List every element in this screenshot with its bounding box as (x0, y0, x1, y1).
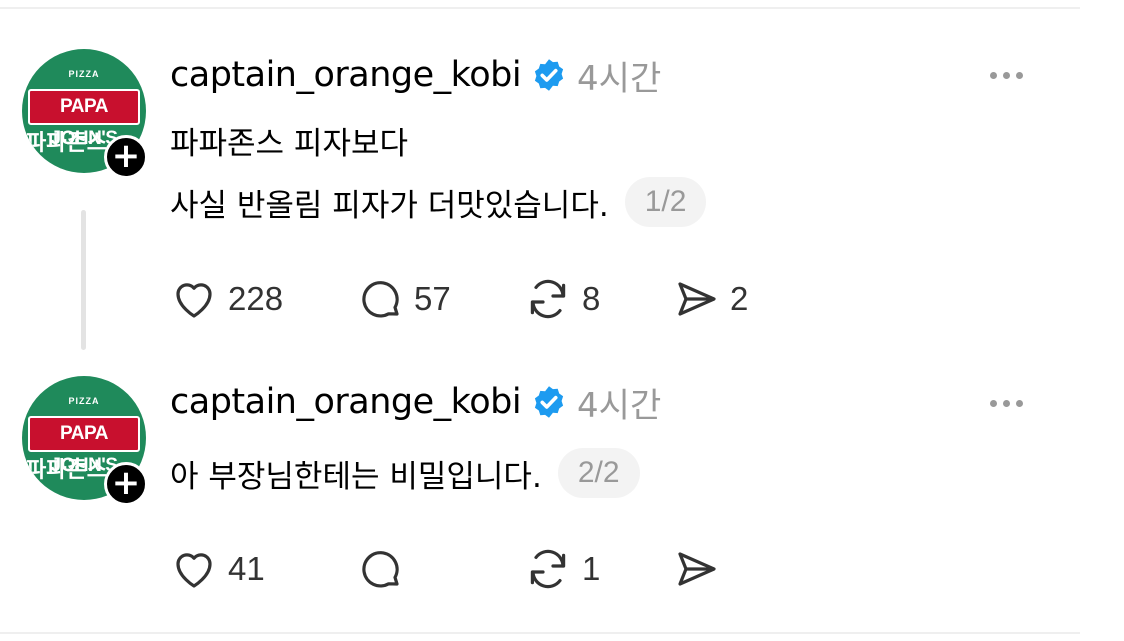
comment-icon (362, 281, 399, 318)
reply-count: 57 (414, 280, 451, 317)
share-button[interactable]: 2 (672, 274, 748, 324)
logo-korean-text: 파파존스 (26, 458, 107, 483)
logo-pizza-text: PIZZA (68, 69, 100, 79)
post-text: 사실 반올림 피자가 더맛있습니다. (170, 187, 609, 224)
verified-badge-icon (534, 386, 564, 418)
thread-post-2: PIZZA PAPA JOHN'S 파파존스 + captain_orange_… (0, 360, 1124, 632)
post-timestamp: 4시간 (577, 385, 662, 426)
username-link[interactable]: captain_orange_kobi (170, 382, 522, 422)
send-icon (678, 282, 716, 316)
post-text-line: 사실 반올림 피자가 더맛있습니다. 1/2 (170, 177, 707, 227)
thread-page-indicator: 1/2 (624, 177, 707, 227)
repost-icon (530, 279, 566, 319)
like-count: 41 (228, 550, 265, 587)
more-options-icon[interactable] (990, 72, 1023, 79)
post-header: captain_orange_kobi 4시간 (170, 50, 661, 100)
logo-pizza-text: PIZZA (68, 396, 100, 406)
post-text-line: 아 부장님한테는 비밀입니다. 2/2 (170, 448, 640, 498)
send-icon (678, 552, 716, 586)
heart-icon (176, 553, 212, 588)
share-count: 2 (730, 280, 749, 317)
like-button[interactable]: 41 (170, 544, 265, 594)
like-button[interactable]: 228 (170, 274, 283, 324)
repost-button[interactable]: 8 (524, 274, 600, 324)
like-count: 228 (228, 280, 284, 317)
follow-plus-icon[interactable]: + (104, 462, 148, 506)
avatar[interactable]: PIZZA PAPA JOHN'S 파파존스 + (22, 49, 148, 179)
logo-brand-banner: PAPA JOHN'S (28, 416, 140, 476)
share-button[interactable] (672, 544, 730, 594)
comment-icon (362, 551, 399, 588)
repost-count: 1 (582, 550, 601, 587)
bottom-divider (0, 632, 1080, 634)
repost-button[interactable]: 1 (524, 544, 600, 594)
thread-page-indicator: 2/2 (557, 448, 640, 498)
post-text: 아 부장님한테는 비밀입니다. (170, 458, 542, 495)
verified-badge-icon (534, 59, 564, 91)
username-link[interactable]: captain_orange_kobi (170, 55, 522, 95)
avatar[interactable]: PIZZA PAPA JOHN'S 파파존스 + (22, 376, 148, 506)
more-options-icon[interactable] (990, 400, 1023, 407)
post-text-line: 파파존스 피자보다 (170, 126, 409, 162)
repost-icon (530, 549, 566, 589)
thread-connector-line (81, 210, 86, 350)
thread-post-1: PIZZA PAPA JOHN'S 파파존스 + captain_orange_… (0, 0, 1124, 360)
reply-button[interactable]: 57 (356, 274, 451, 324)
heart-icon (176, 283, 212, 318)
logo-korean-text: 파파존스 (26, 131, 107, 156)
post-header: captain_orange_kobi 4시간 (170, 377, 661, 427)
follow-plus-icon[interactable]: + (104, 135, 148, 179)
repost-count: 8 (582, 280, 601, 317)
reply-button[interactable] (356, 544, 414, 594)
post-timestamp: 4시간 (577, 58, 662, 99)
logo-brand-banner: PAPA JOHN'S (28, 89, 140, 149)
